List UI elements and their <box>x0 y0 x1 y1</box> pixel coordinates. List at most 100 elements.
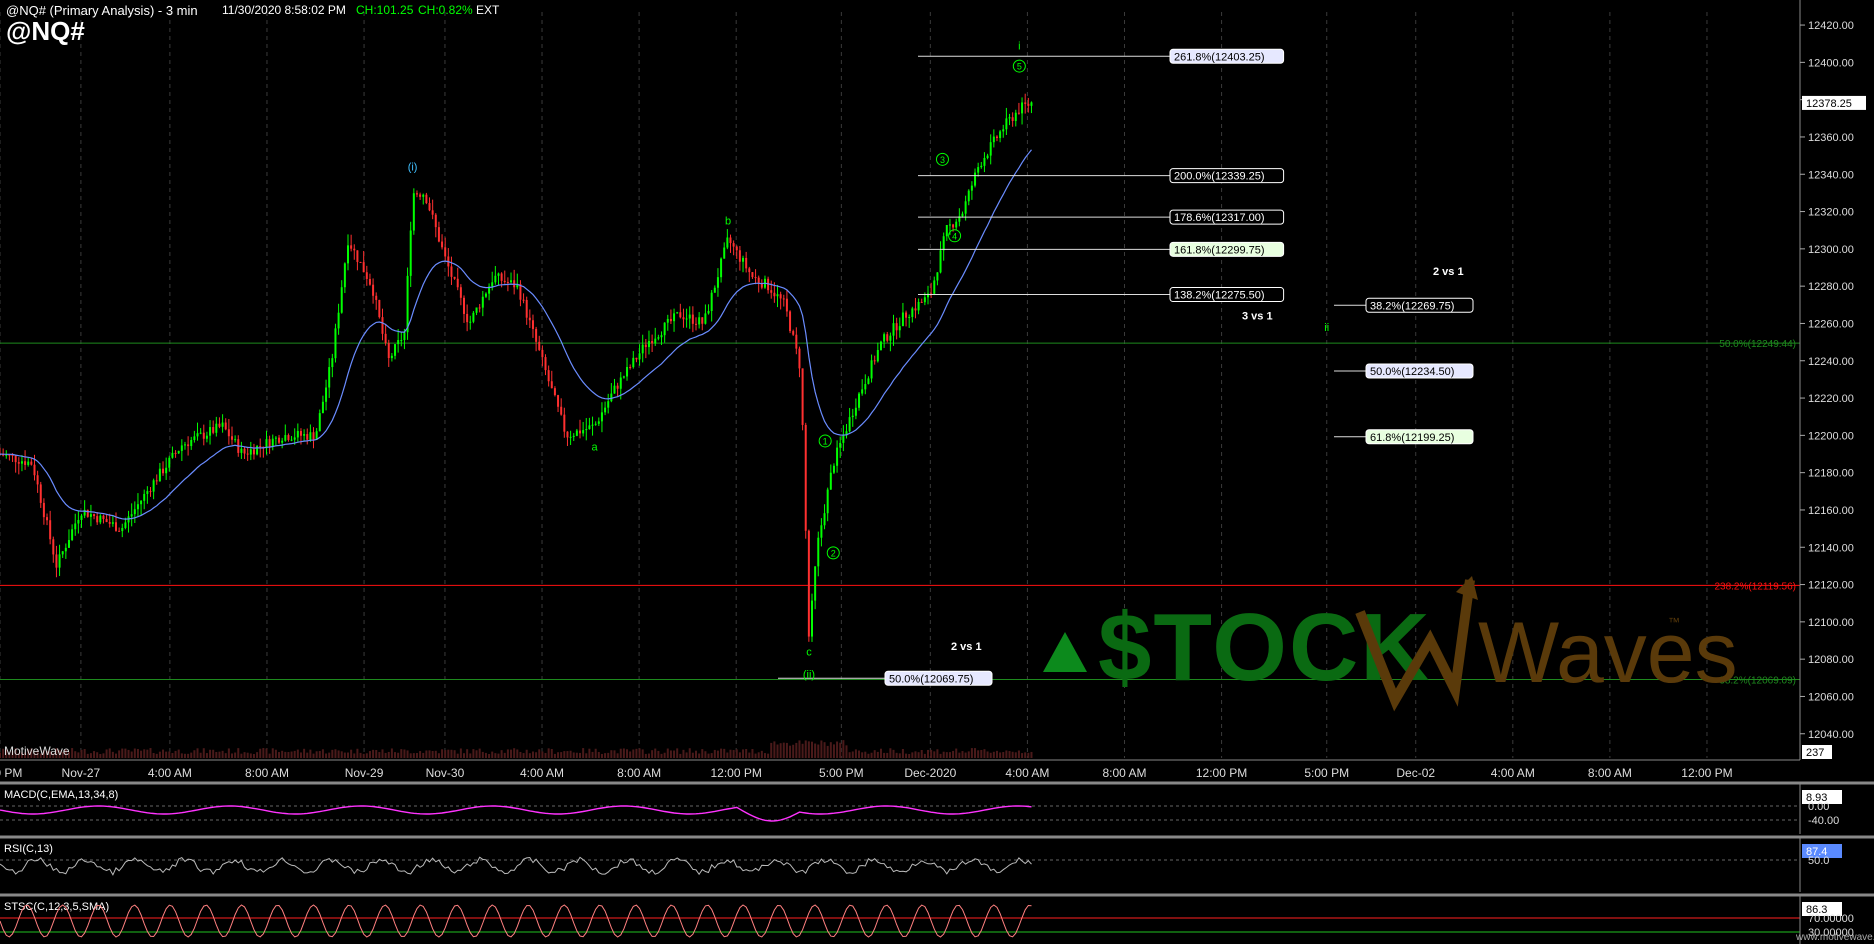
time-tick-label: 8:00 AM <box>1102 766 1146 780</box>
volume-bar <box>663 752 666 758</box>
candle-body <box>738 250 741 262</box>
candle-body <box>299 430 302 436</box>
volume-bar <box>942 751 945 758</box>
volume-bar <box>585 753 588 758</box>
volume-bar <box>566 751 569 758</box>
fib-comparison-text: 2 vs 1 <box>951 641 982 653</box>
candle-body <box>387 343 390 359</box>
ema-line <box>0 149 1032 520</box>
fib-comparison-text: 3 vs 1 <box>1242 311 1273 323</box>
volume-bar <box>118 750 121 758</box>
volume-bar <box>704 751 707 758</box>
candle-body <box>510 280 513 283</box>
candle-body <box>550 381 553 389</box>
volume-bar <box>478 748 481 758</box>
volume-bar <box>525 749 528 758</box>
volume-bar <box>1017 750 1020 758</box>
candle-body <box>36 475 39 485</box>
candle-body <box>46 517 49 521</box>
candle-body <box>152 480 155 492</box>
candle-body <box>748 268 751 273</box>
candle-body <box>8 454 11 456</box>
candle-body <box>952 224 955 228</box>
volume-bar <box>779 743 782 758</box>
volume-bar <box>183 753 186 758</box>
volume-bar <box>237 748 240 758</box>
volume-bar <box>1014 752 1017 758</box>
volume-bar <box>475 750 478 758</box>
volume-bar <box>958 752 961 758</box>
volume-bar <box>180 753 183 758</box>
candle-body <box>52 539 55 555</box>
volume-bar <box>814 743 817 758</box>
candle-body <box>1017 112 1020 114</box>
volume-bar <box>986 751 989 758</box>
volume-bar <box>735 749 738 758</box>
candle-body <box>494 275 497 283</box>
volume-bar <box>177 749 180 758</box>
volume-bar <box>528 753 531 758</box>
volume-bar <box>716 750 719 758</box>
volume-bar <box>278 752 281 758</box>
candle-body <box>920 301 923 303</box>
volume-bar <box>149 748 152 758</box>
candle-body <box>64 547 67 552</box>
volume-bar <box>811 741 814 758</box>
volume-bar <box>315 751 318 758</box>
volume-bar <box>948 752 951 758</box>
candle-body <box>403 332 406 341</box>
candle-body <box>585 429 588 431</box>
volume-bar <box>588 748 591 758</box>
candle-body <box>102 515 105 519</box>
axis-tick-label: 12260.00 <box>1808 318 1854 330</box>
candle-body <box>917 301 920 311</box>
candle-body <box>908 316 911 318</box>
candle-body <box>437 227 440 242</box>
candle-body <box>14 455 17 463</box>
volume-bar <box>767 753 770 758</box>
candle-body <box>359 261 362 263</box>
volume-bar <box>105 749 108 758</box>
candle-body <box>713 287 716 293</box>
candle-body <box>792 331 795 335</box>
volume-bar <box>419 751 422 758</box>
volume-bar <box>569 750 572 758</box>
volume-bar <box>359 752 362 758</box>
axis-tick-label: 12240.00 <box>1808 356 1854 368</box>
volume-bar <box>989 752 992 758</box>
wave-label: i <box>1018 40 1020 52</box>
volume-bar <box>306 752 309 758</box>
price-axis[interactable]: 12040.00 12060.00 12080.00 12100.00 12120.00… <box>1799 0 1866 760</box>
candle-body <box>58 554 61 568</box>
volume-bar <box>271 748 274 758</box>
volume-bar <box>892 749 895 758</box>
candle-body <box>281 440 284 443</box>
volume-bar <box>381 749 384 758</box>
candle-body <box>481 296 484 308</box>
volume-bar <box>453 750 456 758</box>
candle-body <box>463 297 466 314</box>
volume-bar <box>732 750 735 758</box>
candle-body <box>397 340 400 345</box>
indicator-name: MACD(C,EMA,13,34,8) <box>4 789 118 801</box>
candle-body <box>27 461 30 465</box>
volume-bar <box>447 749 450 758</box>
candle-body <box>651 341 654 344</box>
candle-body <box>723 247 726 259</box>
candle-body <box>745 257 748 269</box>
time-axis[interactable]: 5:00 PM Nov-27 4:00 AM 8:00 AM Nov-29 Nov-30 4… <box>0 759 1800 780</box>
candle-body <box>394 344 397 356</box>
volume-bar <box>955 748 958 758</box>
volume-bar <box>629 751 632 758</box>
candle-body <box>312 432 315 440</box>
candle-body <box>588 425 591 430</box>
candle-body <box>933 280 936 294</box>
fib-box-label: 61.8%(12199.25) <box>1370 432 1454 444</box>
candle-body <box>121 527 124 532</box>
fib-box-label: 50.0%(12069.75) <box>889 673 973 685</box>
volume-bar <box>647 753 650 758</box>
volume-bar <box>325 753 328 758</box>
volume-bar <box>397 752 400 758</box>
candle-body <box>96 516 99 523</box>
volume-bar <box>729 749 732 758</box>
